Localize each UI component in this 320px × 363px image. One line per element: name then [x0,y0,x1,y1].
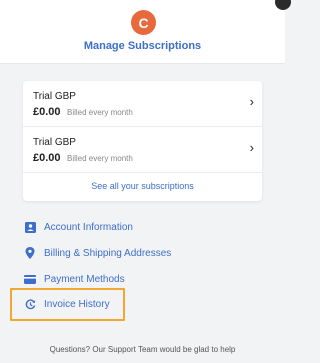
close-icon[interactable] [275,0,291,10]
menu-item-label: Billing & Shipping Addresses [44,247,172,259]
subscription-name: Trial GBP [33,137,76,148]
credit-card-icon [24,273,36,285]
chevron-right-icon: › [249,140,254,155]
highlight-box [10,288,125,321]
subscriptions-card: Trial GBP £0.00 Billed every month › Tri… [23,81,262,201]
billing-shipping-addresses-link[interactable]: Billing & Shipping Addresses [24,245,171,261]
account-information-link[interactable]: Account Information [24,219,133,235]
subscription-price: £0.00 [33,106,61,118]
location-pin-icon [24,247,36,259]
menu-item-label: Account Information [44,221,133,233]
subscription-row[interactable]: Trial GBP £0.00 Billed every month › [23,127,262,173]
subscription-billing: Billed every month [67,108,133,117]
subscription-billing: Billed every month [67,154,133,163]
subscription-name: Trial GBP [33,91,76,102]
portal-header: C Manage Subscriptions [0,0,291,64]
chevron-right-icon: › [249,94,254,109]
subscription-price: £0.00 [33,152,61,164]
page-title: Manage Subscriptions [83,40,202,52]
subscription-row[interactable]: Trial GBP £0.00 Billed every month › [23,81,262,127]
support-text: Questions? Our Support Team would be gla… [49,345,236,354]
menu-item-label: Payment Methods [44,273,125,285]
see-all-subscriptions-link[interactable]: See all your subscriptions [23,181,262,191]
brand-logo: C [131,10,156,35]
payment-methods-link[interactable]: Payment Methods [24,271,125,287]
account-icon [24,221,36,233]
